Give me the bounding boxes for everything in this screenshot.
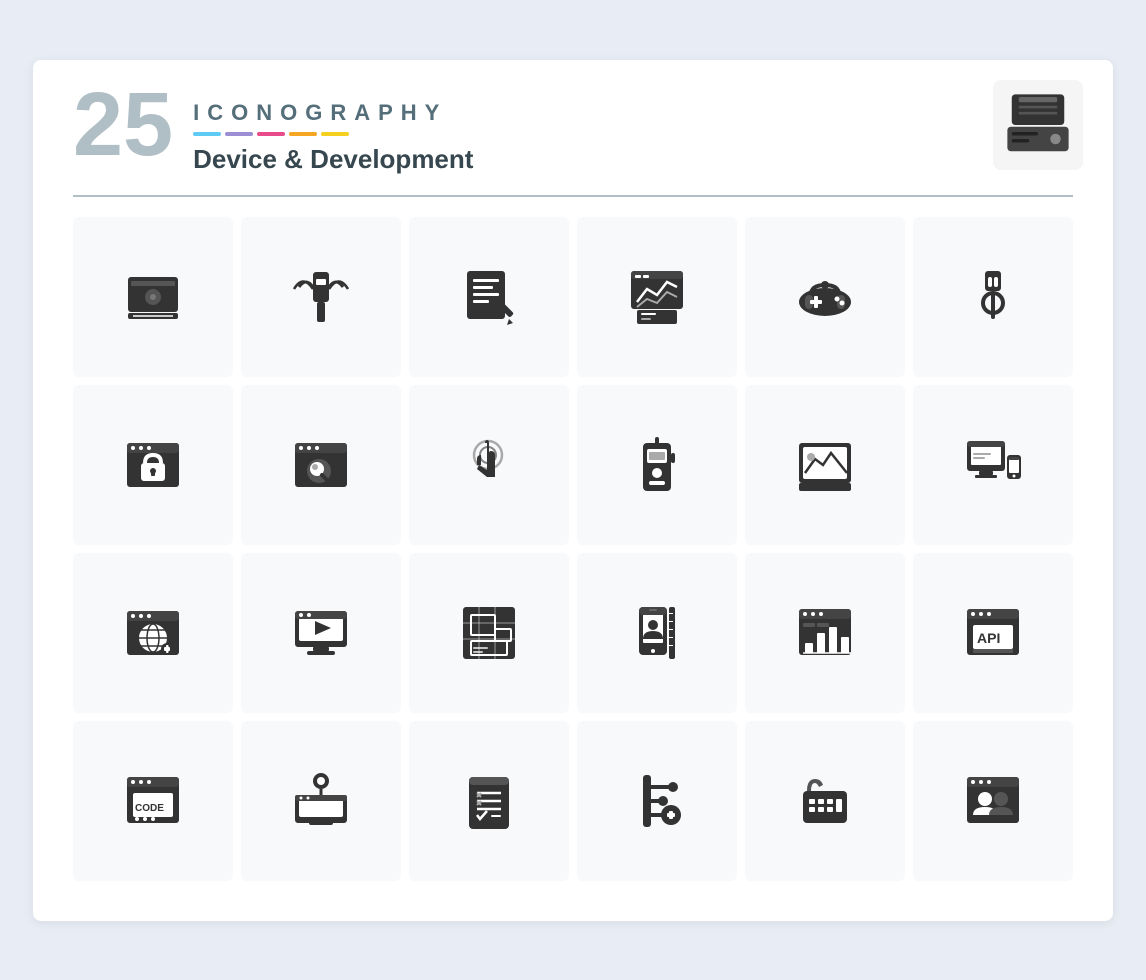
walkie-talkie-icon-cell (577, 385, 737, 545)
corner-printer-icon (993, 80, 1083, 170)
map-computer-icon-cell (241, 721, 401, 881)
svg-text:API: API (977, 630, 1000, 646)
icon-grid: API CODE (73, 217, 1073, 881)
plug-icon-cell (913, 217, 1073, 377)
color-bar-1 (193, 132, 221, 136)
pack-number: 25 (73, 80, 173, 170)
code-browser-icon-cell: CODE (73, 721, 233, 881)
color-bar-3 (257, 132, 285, 136)
browser-search-icon-cell (241, 385, 401, 545)
responsive-icon-cell (913, 385, 1073, 545)
browser-globe-icon-cell (73, 553, 233, 713)
color-bars (193, 132, 473, 136)
browser-users-icon-cell (913, 721, 1073, 881)
card: 25 ICONOGRAPHY Device & Development (33, 60, 1113, 921)
touch-icon-cell (409, 385, 569, 545)
color-bar-5 (321, 132, 349, 136)
iconography-label: ICONOGRAPHY (193, 100, 473, 126)
main-container: 25 ICONOGRAPHY Device & Development (0, 0, 1146, 980)
pack-subtitle: Device & Development (193, 144, 473, 175)
mobile-user-icon-cell (577, 553, 737, 713)
document-edit-icon-cell (409, 217, 569, 377)
circuit-plus-icon-cell (577, 721, 737, 881)
browser-lock-icon-cell (73, 385, 233, 545)
blueprint-icon-cell (409, 553, 569, 713)
scroll-list-icon-cell (409, 721, 569, 881)
hard-drive-icon-cell (73, 217, 233, 377)
svg-text:CODE: CODE (135, 803, 164, 814)
color-bar-2 (225, 132, 253, 136)
header: 25 ICONOGRAPHY Device & Development (73, 90, 1073, 175)
title-block: ICONOGRAPHY Device & Development (193, 90, 473, 175)
api-icon-cell: API (913, 553, 1073, 713)
telephone-icon-cell (745, 721, 905, 881)
image-frame-icon-cell (745, 385, 905, 545)
browser-chart-icon-cell (745, 553, 905, 713)
gamepad-icon-cell (745, 217, 905, 377)
header-divider (73, 195, 1073, 197)
analytics-icon-cell (577, 217, 737, 377)
monitor-video-icon-cell (241, 553, 401, 713)
color-bar-4 (289, 132, 317, 136)
usb-icon-cell (241, 217, 401, 377)
